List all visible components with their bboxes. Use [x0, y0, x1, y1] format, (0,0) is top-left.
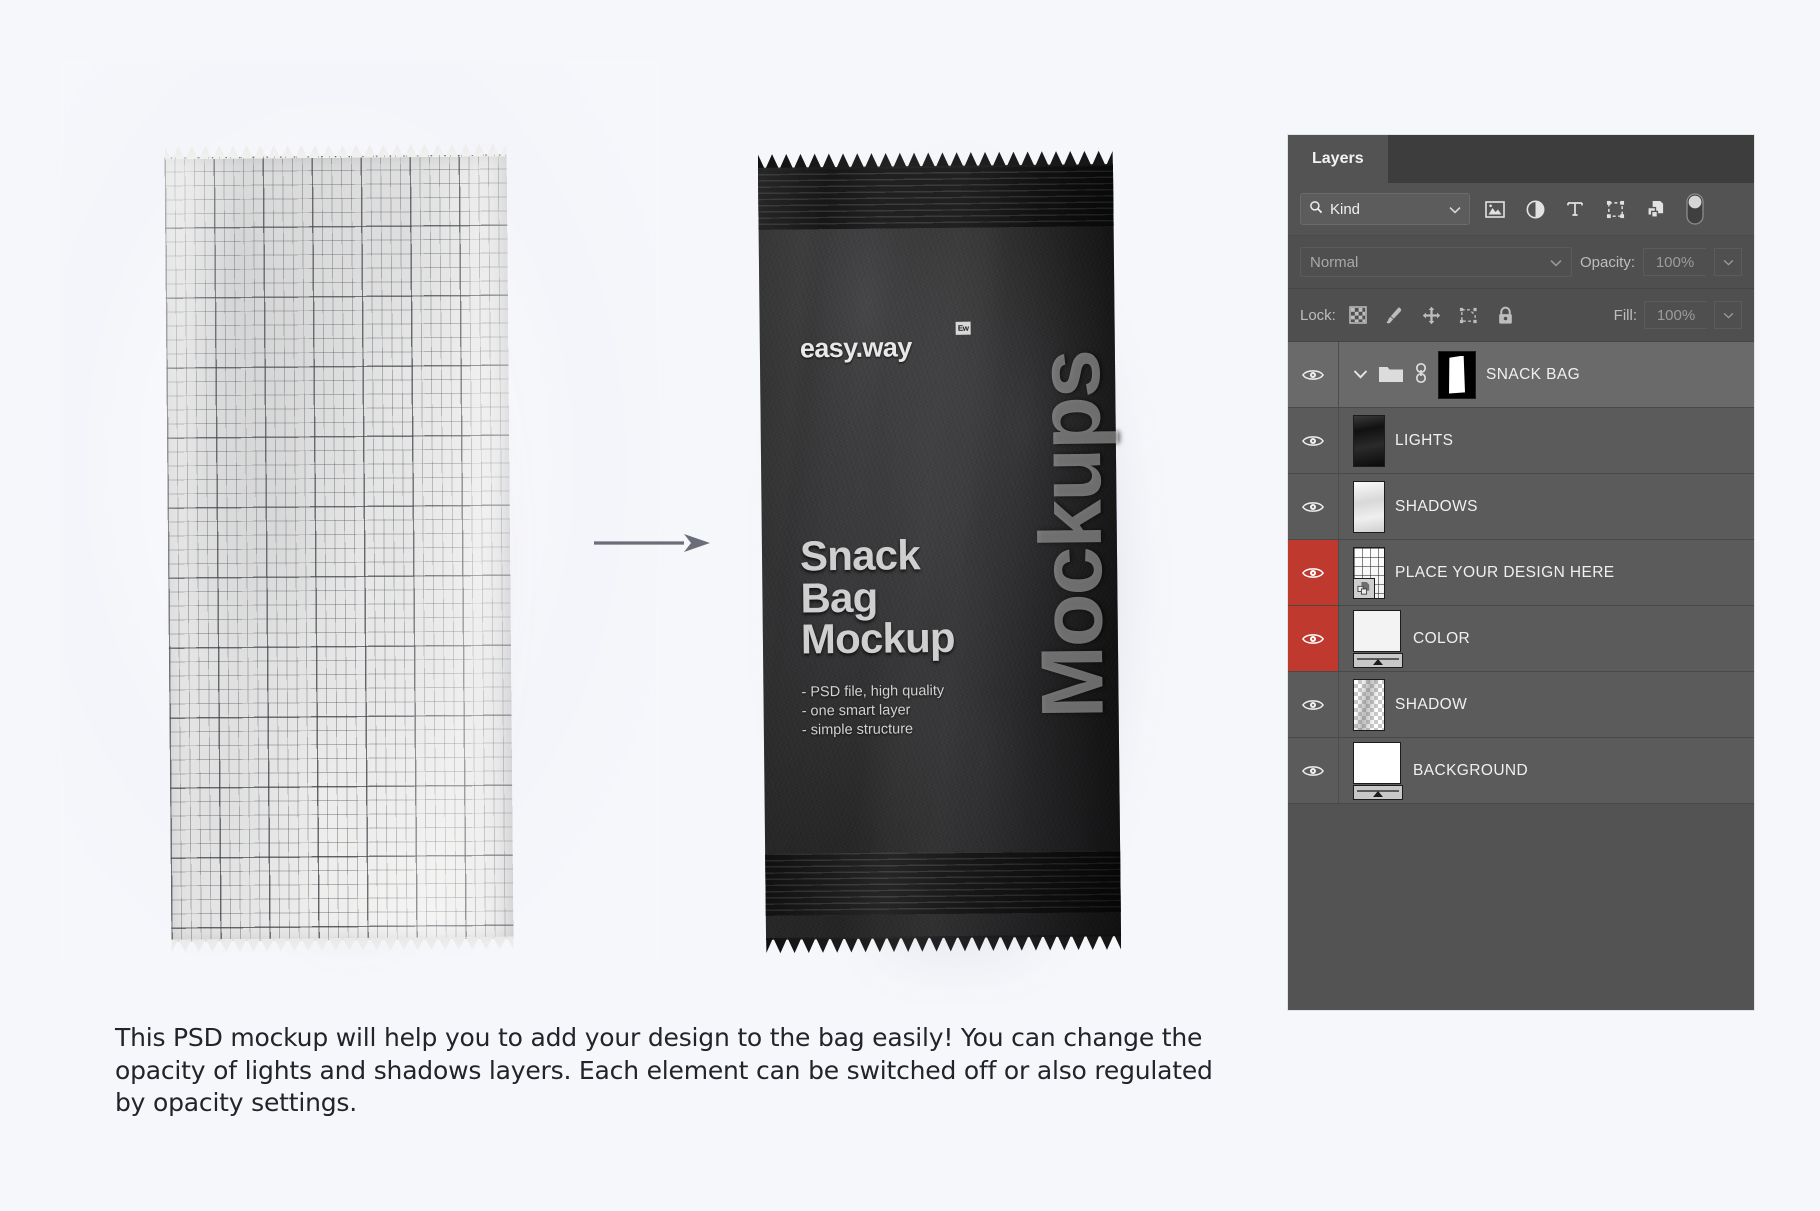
snack-bag-bottom-seal: [765, 850, 1121, 916]
layer-name: BACKGROUND: [1413, 761, 1529, 779]
fill-label: Fill:: [1613, 306, 1637, 324]
layer-visibility-toggle[interactable]: [1288, 672, 1339, 737]
snack-bag-bottom-serration: [766, 934, 1121, 964]
layer-name: SNACK BAG: [1486, 365, 1581, 383]
layer-content: COLOR: [1339, 606, 1754, 671]
fill-chevron-down-icon[interactable]: [1714, 301, 1742, 329]
smart-object-filter-icon[interactable]: [1640, 194, 1670, 224]
lock-all-icon[interactable]: [1491, 300, 1521, 330]
bag-feature-item: - PSD file, high quality: [801, 682, 945, 701]
shadows-thumbnail[interactable]: [1353, 480, 1385, 533]
table-row[interactable]: PLACE YOUR DESIGN HERE: [1288, 540, 1754, 606]
search-icon: [1309, 200, 1323, 218]
background-thumbnail[interactable]: [1353, 741, 1403, 800]
solid-color-swatch: [1353, 609, 1401, 652]
layer-content: SHADOWS: [1339, 474, 1754, 539]
layer-content: BACKGROUND: [1339, 738, 1754, 803]
lock-transparent-pixels-icon[interactable]: [1343, 300, 1373, 330]
layer-visibility-toggle[interactable]: [1288, 540, 1339, 605]
bag-headline-line-1: Snack: [799, 531, 921, 580]
layer-filter-row: Kind: [1288, 183, 1754, 236]
layer-name: COLOR: [1413, 629, 1471, 647]
tab-layers[interactable]: Layers: [1288, 135, 1388, 183]
transparency-thumbnail[interactable]: [1353, 678, 1385, 731]
fill-value[interactable]: 100%: [1644, 301, 1707, 329]
layer-content: SNACK BAG: [1339, 342, 1754, 407]
lock-label: Lock:: [1300, 306, 1336, 324]
solid-color-thumbnail[interactable]: [1353, 609, 1403, 668]
layer-name: SHADOW: [1395, 695, 1468, 713]
chevron-down-icon: [1550, 254, 1562, 271]
snack-bag-mockup: Mockups easy.way Ew Snack Bag Mockup - P…: [762, 142, 1162, 982]
lock-row: Lock: Fill: 100%: [1288, 289, 1754, 342]
bag-headline-line-3: Mockup: [800, 614, 956, 663]
bag-headline-line-2: Bag: [800, 573, 878, 622]
table-row[interactable]: LIGHTS: [1288, 408, 1754, 474]
opacity-value[interactable]: 100%: [1643, 248, 1706, 276]
chevron-down-icon: [1449, 201, 1461, 218]
design-thumbnail[interactable]: [1353, 546, 1385, 599]
table-row[interactable]: COLOR: [1288, 606, 1754, 672]
layer-content: LIGHTS: [1339, 408, 1754, 473]
folder-icon: [1378, 363, 1404, 386]
shape-layer-filter-icon[interactable]: [1600, 194, 1630, 224]
smart-object-badge-icon: [1353, 577, 1375, 599]
grid-bag-body: [164, 154, 514, 942]
bag-feature-item: - one smart layer: [801, 702, 911, 720]
layer-visibility-toggle[interactable]: [1288, 342, 1339, 407]
table-row[interactable]: SHADOW: [1288, 672, 1754, 738]
bag-feature-list: - PSD file, high quality - one smart lay…: [801, 681, 1022, 740]
layer-mask-thumbnail[interactable]: [1438, 350, 1476, 399]
opacity-label: Opacity:: [1579, 253, 1635, 271]
transform-arrow-icon: [592, 530, 712, 556]
description-caption: This PSD mockup will help you to add you…: [115, 1023, 1213, 1117]
snack-bag-artwork: Mockups easy.way Ew Snack Bag Mockup - P…: [758, 140, 1122, 964]
layer-list: SNACK BAG LIGHTS SHADOWS PLACE YOUR DESI…: [1288, 342, 1754, 804]
background-color-swatch: [1353, 741, 1401, 784]
adjustment-layer-filter-icon[interactable]: [1520, 194, 1550, 224]
grid-template-bag: [168, 138, 523, 973]
filter-toggle-switch[interactable]: [1680, 193, 1710, 225]
panel-tab-bar: Layers: [1288, 135, 1754, 183]
layer-visibility-toggle[interactable]: [1288, 474, 1339, 539]
blend-mode-select[interactable]: Normal: [1300, 247, 1572, 277]
layer-name: SHADOWS: [1395, 497, 1478, 515]
group-expand-chevron-down-icon[interactable]: [1353, 367, 1368, 382]
blend-mode-value: Normal: [1310, 253, 1359, 271]
layer-content: SHADOW: [1339, 672, 1754, 737]
layer-visibility-toggle[interactable]: [1288, 408, 1339, 473]
mask-link-icon[interactable]: [1414, 362, 1428, 387]
solid-color-slider: [1353, 652, 1403, 668]
filter-kind-select[interactable]: Kind: [1300, 193, 1470, 225]
layers-panel: Layers Kind Normal Opacity: 100% Lock: F…: [1288, 135, 1754, 1010]
pixel-layer-filter-icon[interactable]: [1480, 194, 1510, 224]
lock-position-icon[interactable]: [1417, 300, 1447, 330]
bag-headline: Snack Bag Mockup: [799, 531, 1031, 663]
layer-content: PLACE YOUR DESIGN HERE: [1339, 540, 1754, 605]
lights-thumbnail[interactable]: [1353, 414, 1385, 467]
table-row[interactable]: SNACK BAG: [1288, 342, 1754, 408]
canvas: Mockups easy.way Ew Snack Bag Mockup - P…: [0, 0, 1820, 1211]
filter-kind-label: Kind: [1330, 200, 1361, 218]
layer-name: LIGHTS: [1395, 431, 1454, 449]
bag-feature-item: - simple structure: [801, 720, 914, 739]
grid-bag-artwork: [164, 137, 513, 960]
lock-artboard-nesting-icon[interactable]: [1454, 300, 1484, 330]
lock-image-pixels-icon[interactable]: [1380, 300, 1410, 330]
brand-trademark-badge: Ew: [955, 321, 971, 335]
brand-logo: easy.way: [799, 332, 912, 364]
table-row[interactable]: SHADOWS: [1288, 474, 1754, 540]
opacity-chevron-down-icon[interactable]: [1714, 248, 1742, 276]
table-row[interactable]: BACKGROUND: [1288, 738, 1754, 804]
background-color-slider: [1353, 784, 1403, 800]
tab-bar-filler: [1387, 135, 1754, 183]
blend-mode-row: Normal Opacity: 100%: [1288, 236, 1754, 289]
layer-visibility-toggle[interactable]: [1288, 606, 1339, 671]
layer-visibility-toggle[interactable]: [1288, 738, 1339, 803]
snack-bag-top-seal: [757, 164, 1114, 230]
type-layer-filter-icon[interactable]: [1560, 194, 1590, 224]
layer-name: PLACE YOUR DESIGN HERE: [1395, 563, 1615, 581]
